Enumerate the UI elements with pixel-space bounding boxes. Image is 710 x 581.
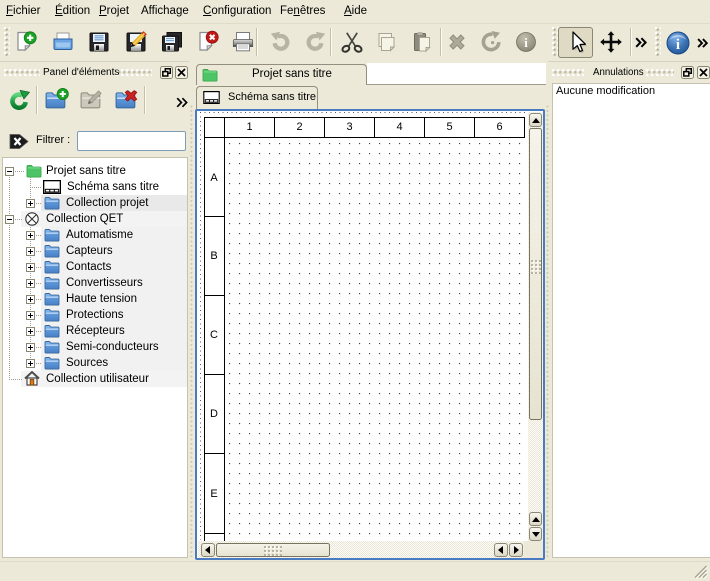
svg-text:i: i (676, 37, 680, 53)
svg-text:i: i (524, 35, 528, 50)
